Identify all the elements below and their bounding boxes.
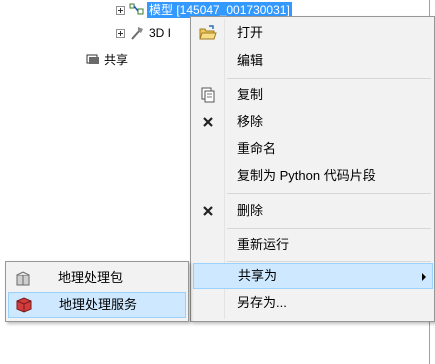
context-menu: 打开 编辑 复制 移除 重命名 复制为 Python 代码片段 删除 重新运行 … bbox=[190, 16, 435, 322]
menu-separator bbox=[227, 78, 431, 79]
menu-separator bbox=[227, 261, 431, 262]
geoprocessing-package-icon bbox=[8, 269, 38, 287]
menu-separator bbox=[227, 193, 431, 194]
menu-item-rerun[interactable]: 重新运行 bbox=[193, 232, 433, 258]
menu-item-label: 重新运行 bbox=[237, 237, 290, 252]
submenu-item-label: 地理处理服务 bbox=[59, 297, 138, 312]
menu-item-edit[interactable]: 编辑 bbox=[193, 48, 433, 74]
tool-icon bbox=[129, 26, 145, 40]
menu-item-open[interactable]: 打开 bbox=[193, 20, 433, 46]
model-icon bbox=[129, 3, 145, 17]
menu-item-save-as[interactable]: 另存为... bbox=[193, 290, 433, 316]
share-folder-icon bbox=[86, 53, 100, 65]
menu-item-label: 复制为 Python 代码片段 bbox=[237, 168, 376, 183]
copy-icon bbox=[193, 87, 223, 103]
menu-item-label: 共享为 bbox=[238, 268, 278, 283]
open-folder-icon bbox=[193, 25, 223, 41]
menu-item-rename[interactable]: 重命名 bbox=[193, 136, 433, 162]
menu-item-remove[interactable]: 移除 bbox=[193, 109, 433, 135]
expand-icon[interactable] bbox=[116, 5, 125, 15]
menu-item-label: 删除 bbox=[237, 203, 264, 218]
menu-item-delete[interactable]: 删除 bbox=[193, 198, 433, 224]
remove-x-icon bbox=[193, 116, 223, 128]
menu-item-share-as[interactable]: 共享为 bbox=[193, 263, 433, 289]
expand-icon[interactable] bbox=[116, 28, 125, 38]
delete-x-icon bbox=[193, 205, 223, 217]
menu-item-copy-as-python[interactable]: 复制为 Python 代码片段 bbox=[193, 163, 433, 189]
tree-item-label[interactable]: 共享 bbox=[104, 51, 128, 68]
menu-item-label: 移除 bbox=[237, 114, 264, 129]
menu-item-copy[interactable]: 复制 bbox=[193, 82, 433, 108]
tree-item-tool[interactable]: 3D I bbox=[116, 24, 171, 42]
menu-separator bbox=[227, 228, 431, 229]
menu-item-label: 打开 bbox=[237, 25, 264, 40]
submenu-arrow-icon bbox=[422, 273, 426, 281]
menu-item-label: 复制 bbox=[237, 87, 264, 102]
share-as-submenu: 地理处理包 地理处理服务 bbox=[5, 261, 189, 322]
tree-item-label[interactable]: 3D I bbox=[149, 26, 171, 40]
submenu-item-geoprocessing-service[interactable]: 地理处理服务 bbox=[8, 292, 186, 318]
geoprocessing-service-icon bbox=[9, 296, 39, 314]
submenu-item-label: 地理处理包 bbox=[58, 270, 124, 285]
tree-item-share[interactable]: 共享 bbox=[86, 50, 128, 68]
submenu-item-geoprocessing-package[interactable]: 地理处理包 bbox=[8, 265, 186, 291]
menu-item-label: 重命名 bbox=[237, 141, 277, 156]
menu-item-label: 编辑 bbox=[237, 53, 264, 68]
menu-item-label: 另存为... bbox=[237, 295, 287, 310]
